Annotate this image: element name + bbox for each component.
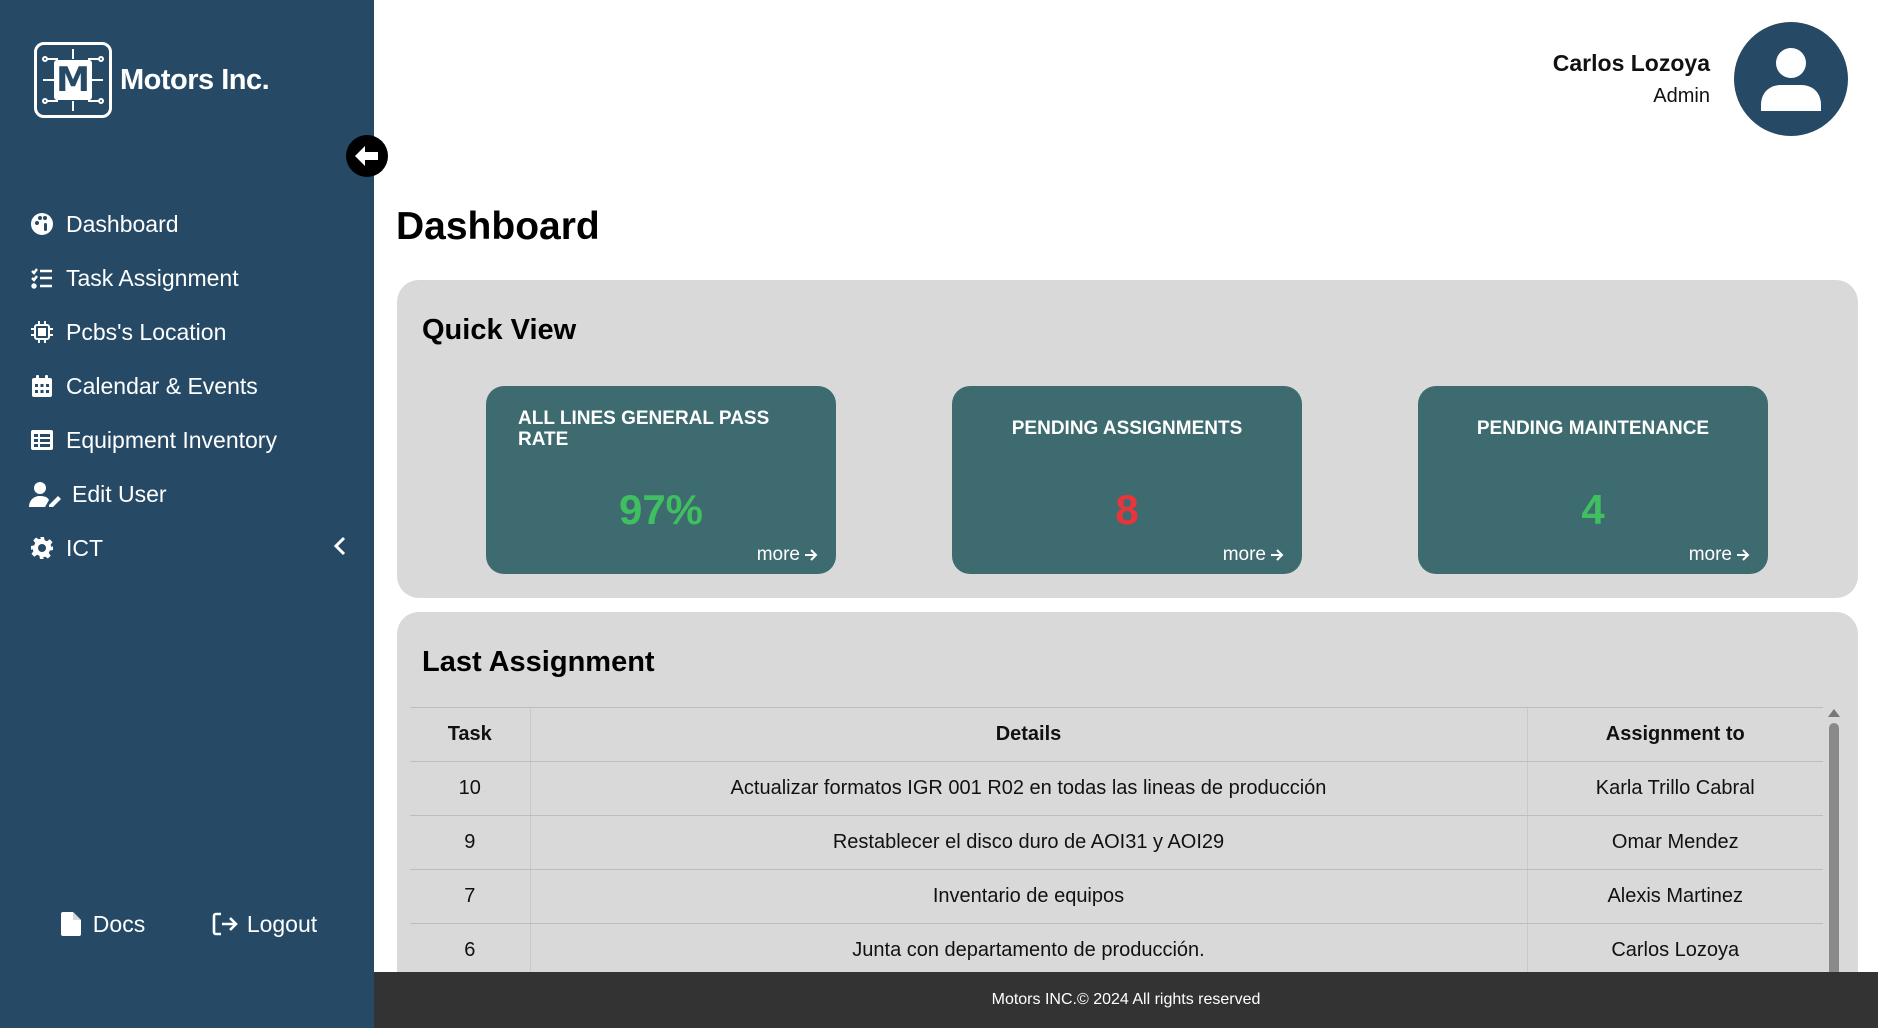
sidebar-item-label: Equipment Inventory: [66, 426, 277, 453]
details-cell: Actualizar formatos IGR 001 R02 en todas…: [529, 761, 1527, 816]
sidebar-item-label: Pcbs's Location: [66, 318, 227, 345]
scroll-up-icon[interactable]: [1828, 709, 1840, 717]
logout-link[interactable]: Logout: [211, 910, 317, 938]
copyright-text: Motors INC.© 2024 All rights reserved: [991, 991, 1261, 1008]
sidebar-footer: Docs Logout: [0, 910, 374, 938]
arrow-right-icon: [1271, 549, 1284, 561]
table-header-row: Task Details Assignment to: [410, 707, 1823, 762]
card-title: PENDING ASSIGNMENTS: [1011, 418, 1243, 439]
sidebar-item-calendar-events[interactable]: Calendar & Events: [28, 359, 358, 413]
sidebar-item-pcbs-location[interactable]: Pcbs's Location: [28, 305, 358, 359]
list-check-icon: [28, 264, 56, 292]
logout-label: Logout: [246, 910, 318, 937]
table-row[interactable]: 9 Restablecer el disco duro de AOI31 y A…: [410, 815, 1823, 870]
task-cell: 10: [410, 761, 530, 816]
arrow-right-icon: [1737, 549, 1750, 561]
quick-view-panel: Quick View ALL LINES GENERAL PASS RATE 9…: [397, 280, 1858, 598]
avatar[interactable]: [1734, 22, 1848, 136]
sidebar-item-label: Edit User: [72, 480, 167, 507]
brand-logo[interactable]: M Motors Inc.: [34, 42, 270, 118]
table-scrollbar[interactable]: [1827, 707, 1841, 1012]
card-title: ALL LINES GENERAL PASS RATE: [518, 408, 770, 450]
more-label: more: [1222, 544, 1266, 565]
file-icon: [57, 910, 85, 938]
sidebar-item-equipment-inventory[interactable]: Equipment Inventory: [28, 413, 358, 467]
arrow-right-icon: [805, 549, 818, 561]
assignee-cell: Alexis Martinez: [1526, 869, 1823, 924]
assignment-table: Task Details Assignment to 10 Actualizar…: [410, 707, 1823, 978]
card-value: 4: [1581, 486, 1605, 533]
column-header-details: Details: [529, 707, 1527, 762]
logout-icon: [211, 910, 239, 938]
arrow-left-icon: [355, 146, 378, 166]
task-cell: 6: [410, 923, 530, 978]
pending-assignments-card[interactable]: PENDING ASSIGNMENTS 8 more: [952, 386, 1302, 574]
brand-name: Motors Inc.: [120, 63, 270, 96]
scrollbar-thumb[interactable]: [1829, 723, 1839, 993]
table-list-icon: [28, 426, 56, 454]
sidebar-item-label: ICT: [66, 534, 104, 561]
palette-icon: [28, 210, 56, 238]
docs-label: Docs: [92, 910, 146, 937]
app: M Motors Inc. Dashboard Task Assignment: [0, 0, 1878, 1028]
task-cell: 9: [410, 815, 530, 870]
column-header-assignment-to: Assignment to: [1526, 707, 1823, 762]
table-row[interactable]: 10 Actualizar formatos IGR 001 R02 en to…: [410, 761, 1823, 816]
last-assignment-panel: Last Assignment Task Details Assignment …: [397, 612, 1858, 1012]
sidebar: M Motors Inc. Dashboard Task Assignment: [0, 0, 374, 1028]
assignee-cell: Carlos Lozoya: [1526, 923, 1823, 978]
details-cell: Restablecer el disco duro de AOI31 y AOI…: [529, 815, 1527, 870]
card-value: 8: [1115, 486, 1139, 533]
assignment-table-wrapper[interactable]: Task Details Assignment to 10 Actualizar…: [410, 707, 1823, 1012]
more-label: more: [756, 544, 800, 565]
more-link[interactable]: more: [1223, 544, 1284, 566]
card-title: PENDING MAINTENANCE: [1476, 418, 1710, 439]
assignee-cell: Omar Mendez: [1526, 815, 1823, 870]
task-cell: 7: [410, 869, 530, 924]
sidebar-item-dashboard[interactable]: Dashboard: [28, 197, 358, 251]
chip-icon: [28, 318, 56, 346]
docs-link[interactable]: Docs: [57, 910, 145, 938]
table-row[interactable]: 7 Inventario de equipos Alexis Martinez: [410, 869, 1823, 924]
circuit-logo-icon: M: [34, 42, 112, 118]
more-label: more: [1688, 544, 1732, 565]
sidebar-item-ict[interactable]: ICT: [28, 521, 358, 575]
assignee-cell: Karla Trillo Cabral: [1526, 761, 1823, 816]
sidebar-item-task-assignment[interactable]: Task Assignment: [28, 251, 358, 305]
details-cell: Inventario de equipos: [529, 869, 1527, 924]
footer: Motors INC.© 2024 All rights reserved: [374, 972, 1878, 1028]
pending-maintenance-card[interactable]: PENDING MAINTENANCE 4 more: [1418, 386, 1768, 574]
last-assignment-title: Last Assignment: [422, 646, 655, 678]
page-title: Dashboard: [396, 205, 600, 248]
collapse-sidebar-button[interactable]: [346, 135, 388, 177]
table-row[interactable]: 6 Junta con departamento de producción. …: [410, 923, 1823, 978]
sidebar-item-label: Dashboard: [66, 210, 179, 237]
more-link[interactable]: more: [757, 544, 818, 566]
pass-rate-card[interactable]: ALL LINES GENERAL PASS RATE 97% more: [486, 386, 836, 574]
column-header-task: Task: [410, 707, 530, 762]
user-info: Carlos Lozoya Admin: [1553, 50, 1710, 108]
details-cell: Junta con departamento de producción.: [529, 923, 1527, 978]
sidebar-item-label: Task Assignment: [66, 264, 239, 291]
logo-letter: M: [54, 60, 92, 100]
card-value: 97%: [618, 486, 704, 533]
user-icon: [1761, 48, 1821, 111]
chevron-left-icon[interactable]: [332, 534, 348, 564]
calendar-icon: [28, 372, 56, 400]
gear-icon: [28, 534, 56, 562]
user-role: Admin: [1653, 85, 1710, 107]
user-pen-icon: [28, 480, 62, 508]
quick-view-title: Quick View: [422, 314, 577, 346]
more-link[interactable]: more: [1689, 544, 1750, 566]
user-name: Carlos Lozoya: [1552, 50, 1710, 76]
sidebar-nav: Dashboard Task Assignment Pcbs's Locatio…: [28, 197, 358, 575]
sidebar-item-edit-user[interactable]: Edit User: [28, 467, 358, 521]
sidebar-item-label: Calendar & Events: [66, 372, 258, 399]
user-profile[interactable]: Carlos Lozoya Admin: [1553, 22, 1848, 136]
